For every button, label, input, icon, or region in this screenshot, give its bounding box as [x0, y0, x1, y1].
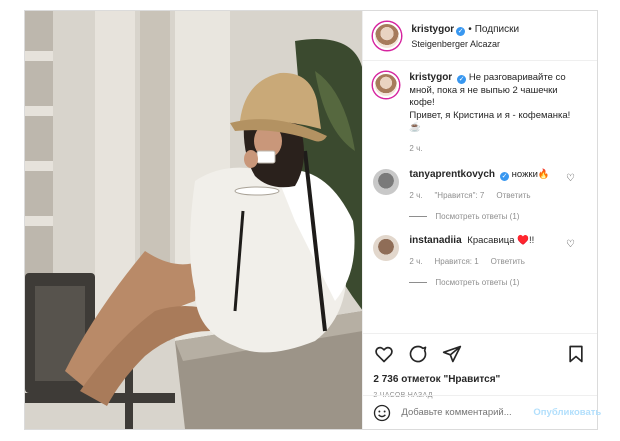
avatar[interactable] — [373, 72, 400, 98]
verified-icon: ✓ — [457, 75, 467, 84]
avatar[interactable] — [373, 169, 400, 195]
comment-likes[interactable]: "Нравится": 7 — [434, 190, 484, 203]
avatar[interactable] — [373, 235, 400, 261]
reply-button[interactable]: Ответить — [491, 256, 525, 269]
comment-input[interactable] — [401, 407, 534, 418]
author-username[interactable]: kristygor — [411, 24, 454, 35]
comment-text: Красавица ♥️!! — [467, 235, 535, 246]
caption-body: kristygor ✓ Не разговаривайте со мной, по… — [409, 72, 579, 155]
verified-icon: ✓ — [500, 172, 509, 181]
comment-age: 2 ч. — [409, 190, 423, 200]
reply-button[interactable]: Ответить — [496, 190, 530, 203]
caption-meta: 2 ч. — [409, 143, 579, 156]
replies-line — [409, 282, 428, 283]
comment-age: 2 ч. — [409, 256, 423, 266]
comment-like-heart-icon[interactable]: ♡ — [566, 173, 575, 184]
verified-icon: ✓ — [456, 26, 466, 36]
smiley-icon[interactable] — [373, 404, 391, 422]
post-header: kristygor ✓ • Подписки Steigenberger Alcaza… — [363, 11, 597, 61]
comment-item: instanadiia Красавица ♥️!! 2 ч. Нравится… — [373, 235, 587, 268]
post-photo[interactable] — [25, 11, 363, 429]
paper-plane-icon[interactable] — [441, 343, 463, 365]
caption-age: 2 ч. — [409, 143, 423, 153]
avatar[interactable] — [373, 21, 402, 50]
caption-username[interactable]: kristygor — [409, 72, 452, 83]
heart-icon[interactable] — [373, 343, 395, 365]
author-info: kristygor ✓ • Подписки Steigenberger Alcaza… — [411, 20, 519, 52]
comment-like-heart-icon[interactable]: ♡ — [566, 239, 575, 250]
view-replies-label: Посмотреть ответы (1) — [435, 278, 520, 287]
comment-meta: 2 ч. "Нравится": 7 Ответить — [409, 190, 579, 203]
view-replies-button[interactable]: Посмотреть ответы (1) — [409, 212, 587, 221]
comment-body: instanadiia Красавица ♥️!! 2 ч. Нравится… — [409, 235, 579, 268]
caption: kristygor ✓ Не разговаривайте со мной, по… — [373, 72, 587, 155]
coffee-emoji-icon: ☕ — [409, 122, 422, 133]
view-replies-button[interactable]: Посмотреть ответы (1) — [409, 278, 587, 287]
replies-line — [409, 216, 428, 217]
separator-dot: • — [468, 23, 472, 35]
comment-username[interactable]: tanyaprentkovych — [409, 169, 495, 180]
photo-illustration — [25, 11, 363, 429]
bookmark-icon[interactable] — [565, 343, 587, 365]
add-comment-bar: Опубликовать — [363, 395, 601, 429]
comments-list[interactable]: kristygor ✓ Не разговаривайте со мной, по… — [363, 62, 597, 332]
post-dialog: kristygor ✓ • Подписки Steigenberger Alcaza… — [24, 10, 601, 430]
publish-button[interactable]: Опубликовать — [533, 407, 601, 418]
action-icons — [373, 342, 587, 366]
comment-username[interactable]: instanadiia — [409, 235, 461, 246]
comment-item: tanyaprentkovych ✓ ножки🔥 2 ч. "Нравится"… — [373, 169, 587, 202]
follow-button[interactable]: Подписки — [475, 24, 519, 35]
comment-text: ножки🔥 — [511, 169, 550, 180]
post-sidebar: kristygor ✓ • Подписки Steigenberger Alcaza… — [362, 11, 601, 429]
comment-body: tanyaprentkovych ✓ ножки🔥 2 ч. "Нравится"… — [409, 169, 579, 202]
like-count[interactable]: 2 736 отметок "Нравится" — [373, 374, 587, 385]
view-replies-label: Посмотреть ответы (1) — [435, 212, 520, 221]
comment-likes[interactable]: Нравится: 1 — [434, 256, 478, 269]
comment-icon[interactable] — [407, 343, 429, 365]
caption-text-2: Привет, я Кристина и я - кофеманка! — [409, 109, 571, 121]
comment-meta: 2 ч. Нравится: 1 Ответить — [409, 256, 579, 269]
location-link[interactable]: Steigenberger Alcazar — [411, 37, 519, 52]
